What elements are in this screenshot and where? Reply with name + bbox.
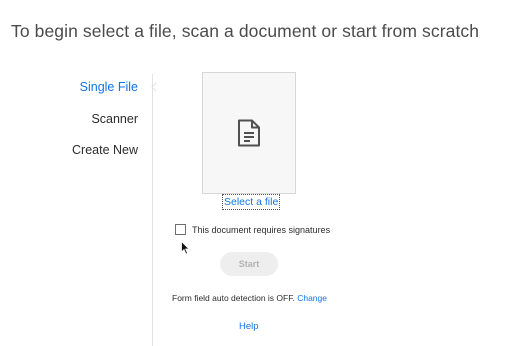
page-title: To begin select a file, scan a document …: [11, 21, 480, 41]
signatures-label: This document requires signatures: [192, 224, 331, 235]
file-drop-area[interactable]: [202, 72, 296, 194]
document-icon: [238, 119, 260, 147]
nav-item-single-file[interactable]: Single File: [80, 80, 138, 94]
signatures-option[interactable]: This document requires signatures: [175, 224, 330, 235]
nav-divider: [152, 74, 153, 346]
signatures-checkbox[interactable]: [175, 224, 186, 235]
nav-item-scanner[interactable]: Scanner: [91, 112, 138, 126]
select-file-link[interactable]: Select a file: [221, 194, 281, 210]
nav-item-create-new[interactable]: Create New: [72, 143, 138, 157]
form-detection-status: Form field auto detection is OFF. Change: [172, 293, 327, 303]
change-link[interactable]: Change: [297, 293, 327, 303]
help-link[interactable]: Help: [239, 321, 259, 332]
mouse-cursor-icon: [181, 241, 190, 255]
create-pdf-panel: To begin select a file, scan a document …: [0, 0, 523, 346]
select-file-label: Select a file: [221, 194, 281, 210]
form-detection-text: Form field auto detection is OFF.: [172, 293, 295, 303]
start-button[interactable]: Start: [220, 252, 278, 276]
active-item-caret-icon: [151, 81, 158, 93]
